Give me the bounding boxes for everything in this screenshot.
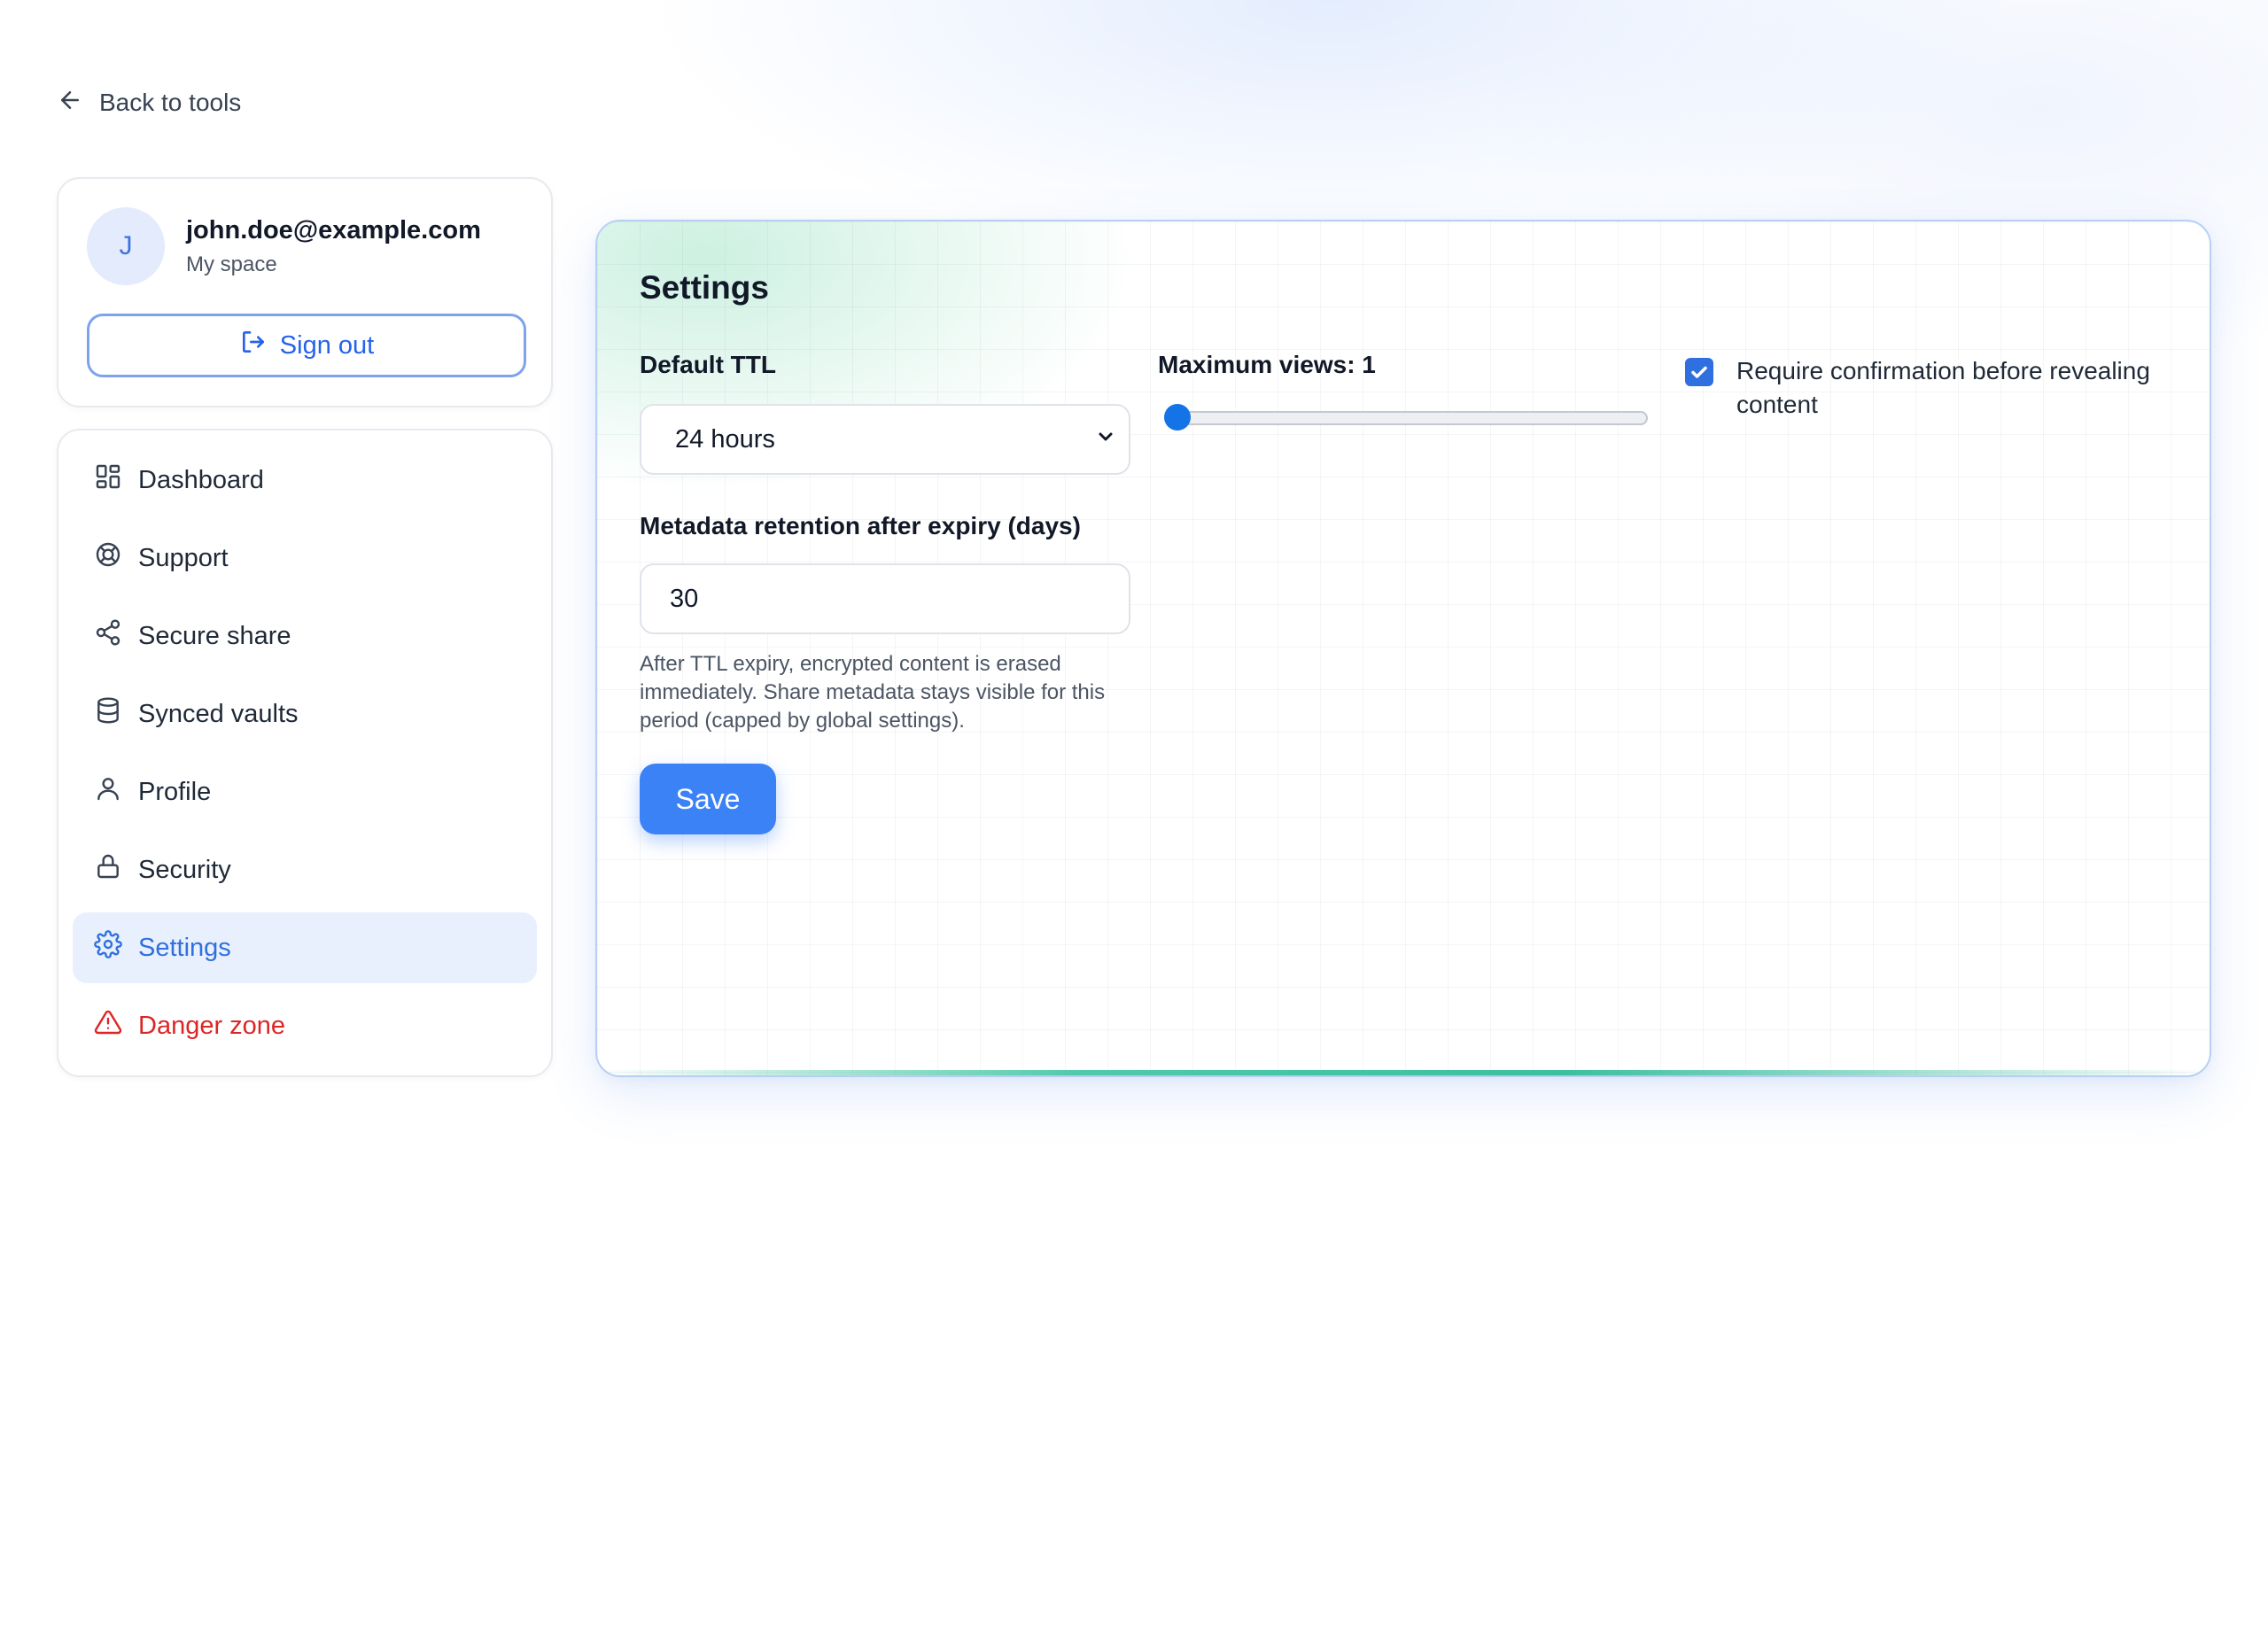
sidebar-nav: Dashboard Support Secure share Synced va… [57, 429, 553, 1077]
sidebar-item-label: Support [138, 543, 229, 572]
user-space: My space [186, 252, 277, 276]
sidebar-item-label: Synced vaults [138, 699, 299, 728]
sign-out-button[interactable]: Sign out [87, 314, 526, 377]
sidebar-item-label: Settings [138, 933, 231, 962]
settings-panel: Settings Default TTL 24 hours Metadata r… [595, 220, 2211, 1077]
lifebuoy-icon [94, 540, 122, 576]
database-icon [94, 696, 122, 732]
sign-out-label: Sign out [279, 330, 375, 360]
sidebar-item-label: Danger zone [138, 1011, 286, 1040]
sidebar-item-profile[interactable]: Profile [73, 756, 537, 827]
retention-days-value: 30 [670, 584, 699, 613]
sidebar-item-danger-zone[interactable]: Danger zone [73, 990, 537, 1061]
user-icon [94, 774, 122, 810]
sidebar-item-label: Security [138, 855, 231, 884]
warning-icon [94, 1008, 122, 1043]
sidebar-item-dashboard[interactable]: Dashboard [73, 445, 537, 516]
page-title: Settings [640, 269, 769, 306]
retention-help-text: After TTL expiry, encrypted content is e… [640, 652, 1106, 733]
sidebar-item-label: Dashboard [138, 465, 264, 494]
back-to-tools-link[interactable]: Back to tools [57, 85, 241, 120]
sidebar-item-settings[interactable]: Settings [73, 912, 537, 983]
settings-form: Settings Default TTL 24 hours Metadata r… [597, 221, 2210, 1075]
slider-thumb[interactable] [1164, 404, 1191, 431]
user-email: john.doe@example.com [186, 215, 481, 244]
default-ttl-label: Default TTL [640, 351, 776, 378]
user-info: J john.doe@example.com My space [87, 207, 523, 285]
require-confirmation-checkbox[interactable] [1685, 358, 1713, 386]
default-ttl-select[interactable]: 24 hours [640, 404, 1130, 475]
sidebar-item-label: Secure share [138, 621, 291, 650]
share-icon [94, 618, 122, 654]
gear-icon [94, 930, 122, 966]
max-views-label: Maximum views: 1 [1158, 351, 1376, 378]
page: Back to tools J john.doe@example.com My … [0, 0, 2268, 1637]
dashboard-icon [94, 462, 122, 498]
sidebar-item-security[interactable]: Security [73, 834, 537, 905]
sidebar-item-support[interactable]: Support [73, 523, 537, 594]
sidebar-item-synced-vaults[interactable]: Synced vaults [73, 679, 537, 749]
retention-days-input[interactable]: 30 [640, 563, 1130, 634]
default-ttl-value: 24 hours [675, 424, 775, 454]
avatar: J [87, 207, 165, 285]
sidebar-item-secure-share[interactable]: Secure share [73, 601, 537, 671]
arrow-left-icon [57, 87, 83, 120]
back-link-label: Back to tools [99, 89, 242, 116]
max-views-slider[interactable] [1164, 404, 1648, 431]
user-text: john.doe@example.com My space [186, 216, 481, 277]
require-confirmation-label: Require confirmation before revealing co… [1736, 357, 2150, 418]
user-card: J john.doe@example.com My space Sign out [57, 177, 553, 407]
sidebar-item-label: Profile [138, 777, 212, 806]
sign-out-icon [239, 328, 268, 363]
save-button[interactable]: Save [640, 764, 776, 834]
checkmark-icon [1691, 366, 1707, 378]
panel-accent-bar [597, 1070, 2210, 1075]
lock-icon [94, 852, 122, 888]
retention-label: Metadata retention after expiry (days) [640, 512, 1081, 539]
